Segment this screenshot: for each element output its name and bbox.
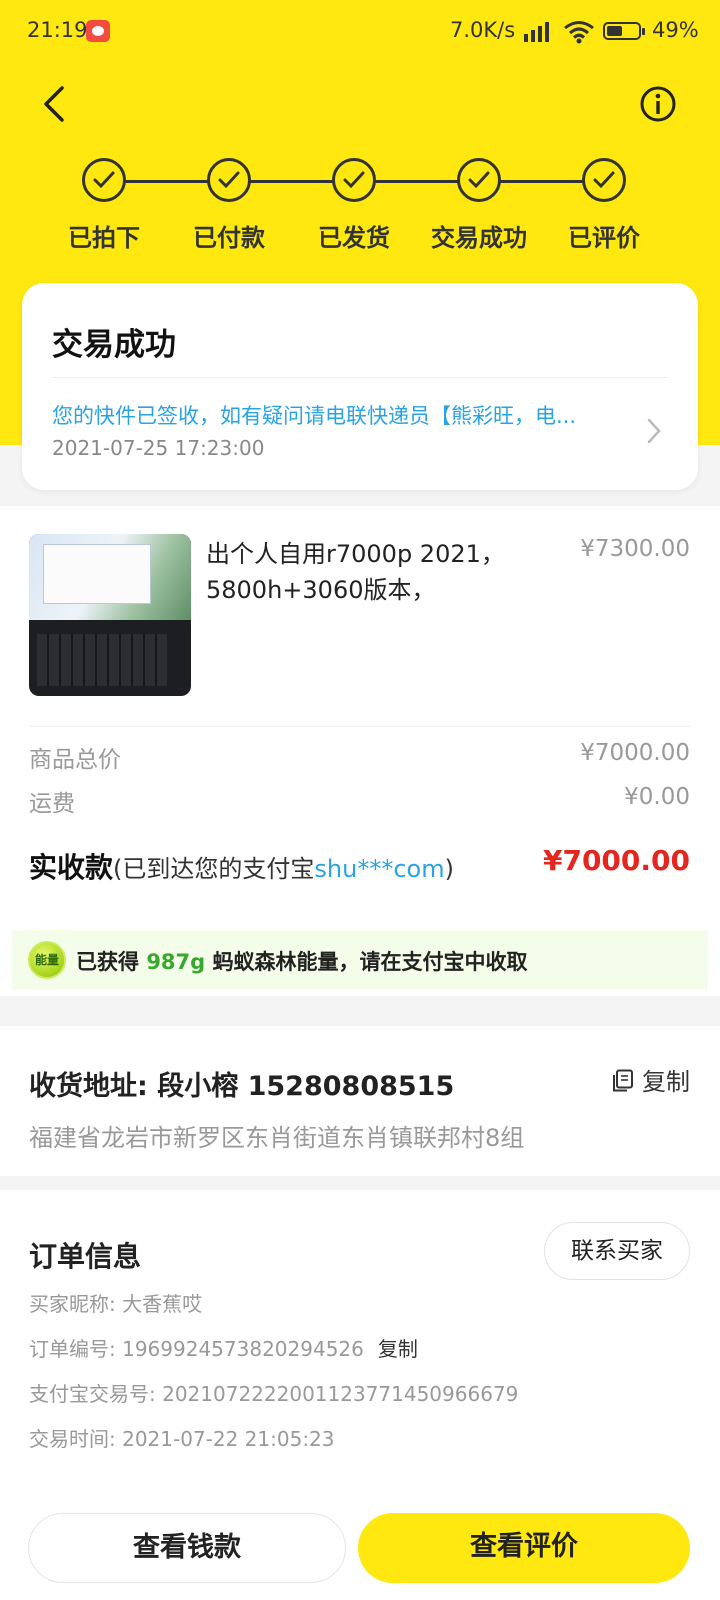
view-review-button[interactable]: 查看评价	[358, 1513, 690, 1583]
step-label: 已评价	[568, 224, 640, 252]
view-money-button[interactable]: 查看钱款	[28, 1513, 346, 1583]
product-name[interactable]: 出个人自用r7000p 2021，5800h+3060版本，	[206, 536, 536, 608]
received-note: (已到达您的支付宝	[113, 855, 315, 883]
received-note-end: )	[444, 855, 454, 883]
chevron-right-icon[interactable]	[646, 417, 662, 445]
trade-time: 交易时间: 2021-07-22 21:05:23	[29, 1427, 335, 1451]
step-reviewed: 已评价	[544, 158, 664, 253]
energy-text: 已获得 987g 蚂蚁森林能量，请在支付宝中收取	[76, 946, 528, 976]
wifi-icon	[563, 20, 595, 49]
shipping-value: ¥0.00	[624, 784, 690, 810]
app-notification-icon	[86, 20, 110, 42]
status-time: 21:19	[27, 18, 88, 42]
copy-label: 复制	[642, 1068, 690, 1096]
shipping-label: 运费	[29, 791, 75, 817]
copy-address-button[interactable]: 复制	[612, 1062, 690, 1097]
step-label: 已发货	[318, 224, 390, 252]
logistics-datetime: 2021-07-25 17:23:00	[52, 436, 265, 460]
energy-suffix: 蚂蚁森林能量，请在支付宝中收取	[212, 950, 528, 974]
check-circle-icon	[332, 158, 376, 202]
address-section: 收货地址: 段小榕 15280808515 复制 福建省龙岩市新罗区东肖街道东肖…	[0, 1026, 720, 1176]
product-section: 出个人自用r7000p 2021，5800h+3060版本， ¥7300.00 …	[0, 506, 720, 996]
divider	[29, 726, 690, 727]
energy-amount: 987g	[146, 950, 206, 974]
check-circle-icon	[457, 158, 501, 202]
order-progress-steps: 已拍下 已付款 已发货 交易成功 已评价	[0, 150, 720, 260]
goods-total-value: ¥7000.00	[580, 740, 690, 766]
copy-icon	[613, 1069, 633, 1092]
chevron-left-icon	[44, 86, 64, 122]
signal-icon	[522, 20, 556, 47]
back-button[interactable]	[36, 82, 76, 126]
status-bar: 21:19 7.0K/s 49%	[0, 0, 720, 64]
battery-percent: 49%	[652, 18, 699, 42]
divider	[52, 377, 668, 378]
received-amount: ¥7000.00	[542, 844, 690, 877]
energy-icon: 能量	[28, 941, 66, 979]
status-card: 交易成功 您的快件已签收，如有疑问请电联快递员【熊彩旺，电... 2021-07…	[22, 283, 698, 490]
contact-buyer-button[interactable]: 联系买家	[544, 1222, 690, 1280]
info-circle-icon	[640, 86, 676, 122]
step-label: 已付款	[193, 224, 265, 252]
received-label: 实收款	[29, 851, 114, 884]
step-ordered: 已拍下	[44, 158, 164, 253]
address-header: 收货地址: 段小榕 15280808515	[29, 1071, 455, 1102]
check-circle-icon	[582, 158, 626, 202]
network-speed: 7.0K/s	[450, 18, 516, 42]
goods-total-row: 商品总价 ¥7000.00	[29, 740, 690, 774]
status-title: 交易成功	[52, 327, 176, 363]
step-paid: 已付款	[169, 158, 289, 253]
check-circle-icon	[207, 158, 251, 202]
copy-order-number-button[interactable]: 复制	[378, 1337, 418, 1361]
product-price: ¥7300.00	[580, 536, 690, 562]
alipay-account: shu***com	[314, 855, 445, 883]
order-info-title: 订单信息	[29, 1240, 142, 1273]
product-thumbnail[interactable]	[29, 534, 191, 696]
alipay-trade-number: 支付宝交易号: 2021072222001123771450966679	[29, 1382, 519, 1406]
battery-icon	[603, 22, 645, 40]
buyer-nickname: 买家昵称: 大香蕉哎	[29, 1292, 203, 1316]
shipping-row: 运费 ¥0.00	[29, 784, 690, 818]
address-full: 福建省龙岩市新罗区东肖街道东肖镇联邦村8组	[29, 1124, 525, 1152]
received-row: 实收款(已到达您的支付宝shu***com) ¥7000.00	[29, 844, 690, 886]
step-shipped: 已发货	[294, 158, 414, 253]
check-circle-icon	[82, 158, 126, 202]
order-number-row: 订单编号: 1969924573820294526 复制	[29, 1333, 418, 1362]
info-button[interactable]	[638, 84, 678, 124]
order-number: 订单编号: 1969924573820294526	[29, 1337, 364, 1361]
step-completed: 交易成功	[419, 158, 539, 253]
step-label: 交易成功	[431, 224, 527, 252]
energy-prefix: 已获得	[76, 950, 139, 974]
ant-forest-energy-banner[interactable]: 能量 已获得 987g 蚂蚁森林能量，请在支付宝中收取	[12, 930, 708, 990]
goods-total-label: 商品总价	[29, 747, 121, 773]
step-label: 已拍下	[68, 224, 140, 252]
logistics-message[interactable]: 您的快件已签收，如有疑问请电联快递员【熊彩旺，电...	[52, 400, 622, 430]
